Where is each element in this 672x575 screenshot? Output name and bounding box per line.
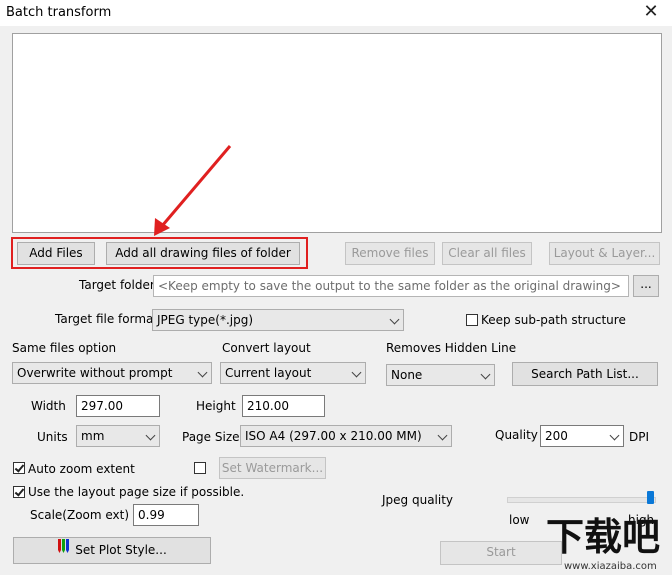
check-icon [14, 462, 25, 473]
target-format-value: JPEG type(*.jpg) [157, 313, 254, 327]
chevron-down-icon [437, 430, 448, 441]
same-files-option-value: Overwrite without prompt [17, 366, 173, 380]
removes-hidden-line-value: None [391, 368, 423, 382]
chevron-down-icon [389, 314, 400, 325]
layout-layer-button[interactable]: Layout & Layer... [549, 242, 660, 265]
target-format-label: Target file format [55, 312, 159, 326]
watermark-logo: 下载吧 www.xiazaiba.com [534, 514, 672, 575]
set-plot-style-button[interactable]: Set Plot Style... [13, 537, 211, 564]
watermark-logo-text: 下载吧 [545, 515, 660, 559]
removes-hidden-line-select[interactable]: None [386, 364, 495, 386]
jpeg-quality-low-label: low [509, 513, 530, 527]
quality-unit: DPI [629, 430, 650, 444]
same-files-option-select[interactable]: Overwrite without prompt [12, 362, 212, 384]
page-size-select[interactable]: ISO A4 (297.00 x 210.00 MM) [240, 425, 452, 447]
highlight-box [11, 237, 308, 269]
units-value: mm [81, 429, 105, 443]
keep-subpath-label: Keep sub-path structure [481, 313, 626, 327]
set-plot-style-label: Set Plot Style... [75, 543, 167, 557]
chevron-down-icon [480, 369, 491, 380]
convert-layout-value: Current layout [225, 366, 312, 380]
units-label: Units [37, 430, 68, 444]
layout-page-size-label: Use the layout page size if possible. [28, 485, 245, 499]
width-input[interactable]: 297.00 [76, 395, 160, 417]
pens-icon [57, 538, 73, 563]
quality-value: 200 [545, 429, 568, 443]
scale-input[interactable]: 0.99 [133, 504, 199, 526]
jpeg-quality-slider-track[interactable] [507, 497, 656, 503]
convert-layout-label: Convert layout [222, 341, 311, 355]
page-size-value: ISO A4 (297.00 x 210.00 MM) [245, 429, 422, 443]
scale-label: Scale(Zoom ext) [30, 508, 130, 522]
annotation-arrow-icon [154, 145, 232, 236]
chevron-down-icon [609, 430, 620, 441]
height-label: Height [196, 399, 236, 413]
target-format-select[interactable]: JPEG type(*.jpg) [152, 309, 404, 331]
removes-hidden-line-label: Removes Hidden Line [386, 341, 517, 355]
file-list[interactable] [12, 33, 662, 233]
page-size-label: Page Size [182, 430, 240, 444]
target-folder-input[interactable]: <Keep empty to save the output to the sa… [153, 275, 629, 297]
target-folder-label: Target folder [79, 278, 155, 292]
same-files-option-label: Same files option [12, 341, 117, 355]
chevron-down-icon [145, 430, 156, 441]
units-select[interactable]: mm [76, 425, 160, 447]
convert-layout-select[interactable]: Current layout [220, 362, 366, 384]
auto-zoom-label: Auto zoom extent [28, 462, 135, 476]
chevron-down-icon [351, 367, 362, 378]
width-label: Width [31, 399, 66, 413]
jpeg-quality-label: Jpeg quality [382, 493, 454, 507]
quality-label: Quality [495, 428, 538, 442]
browse-button[interactable]: ... [633, 275, 659, 297]
remove-files-button[interactable]: Remove files [345, 242, 435, 265]
clear-all-files-button[interactable]: Clear all files [442, 242, 532, 265]
jpeg-quality-slider-thumb[interactable] [647, 491, 654, 504]
check-icon [14, 486, 25, 497]
height-input[interactable]: 210.00 [242, 395, 325, 417]
close-icon[interactable]: ✕ [636, 0, 666, 26]
auto-zoom-checkbox[interactable] [13, 462, 25, 474]
keep-subpath-checkbox[interactable] [466, 314, 478, 326]
set-watermark-button[interactable]: Set Watermark... [219, 457, 326, 479]
watermark-logo-site: www.xiazaiba.com [564, 561, 657, 572]
chevron-down-icon [197, 367, 208, 378]
layout-page-size-checkbox[interactable] [13, 486, 25, 498]
quality-select[interactable]: 200 [540, 425, 624, 447]
window-title: Batch transform [6, 5, 112, 20]
watermark-checkbox[interactable] [194, 462, 206, 474]
search-path-list-button[interactable]: Search Path List... [512, 362, 658, 386]
